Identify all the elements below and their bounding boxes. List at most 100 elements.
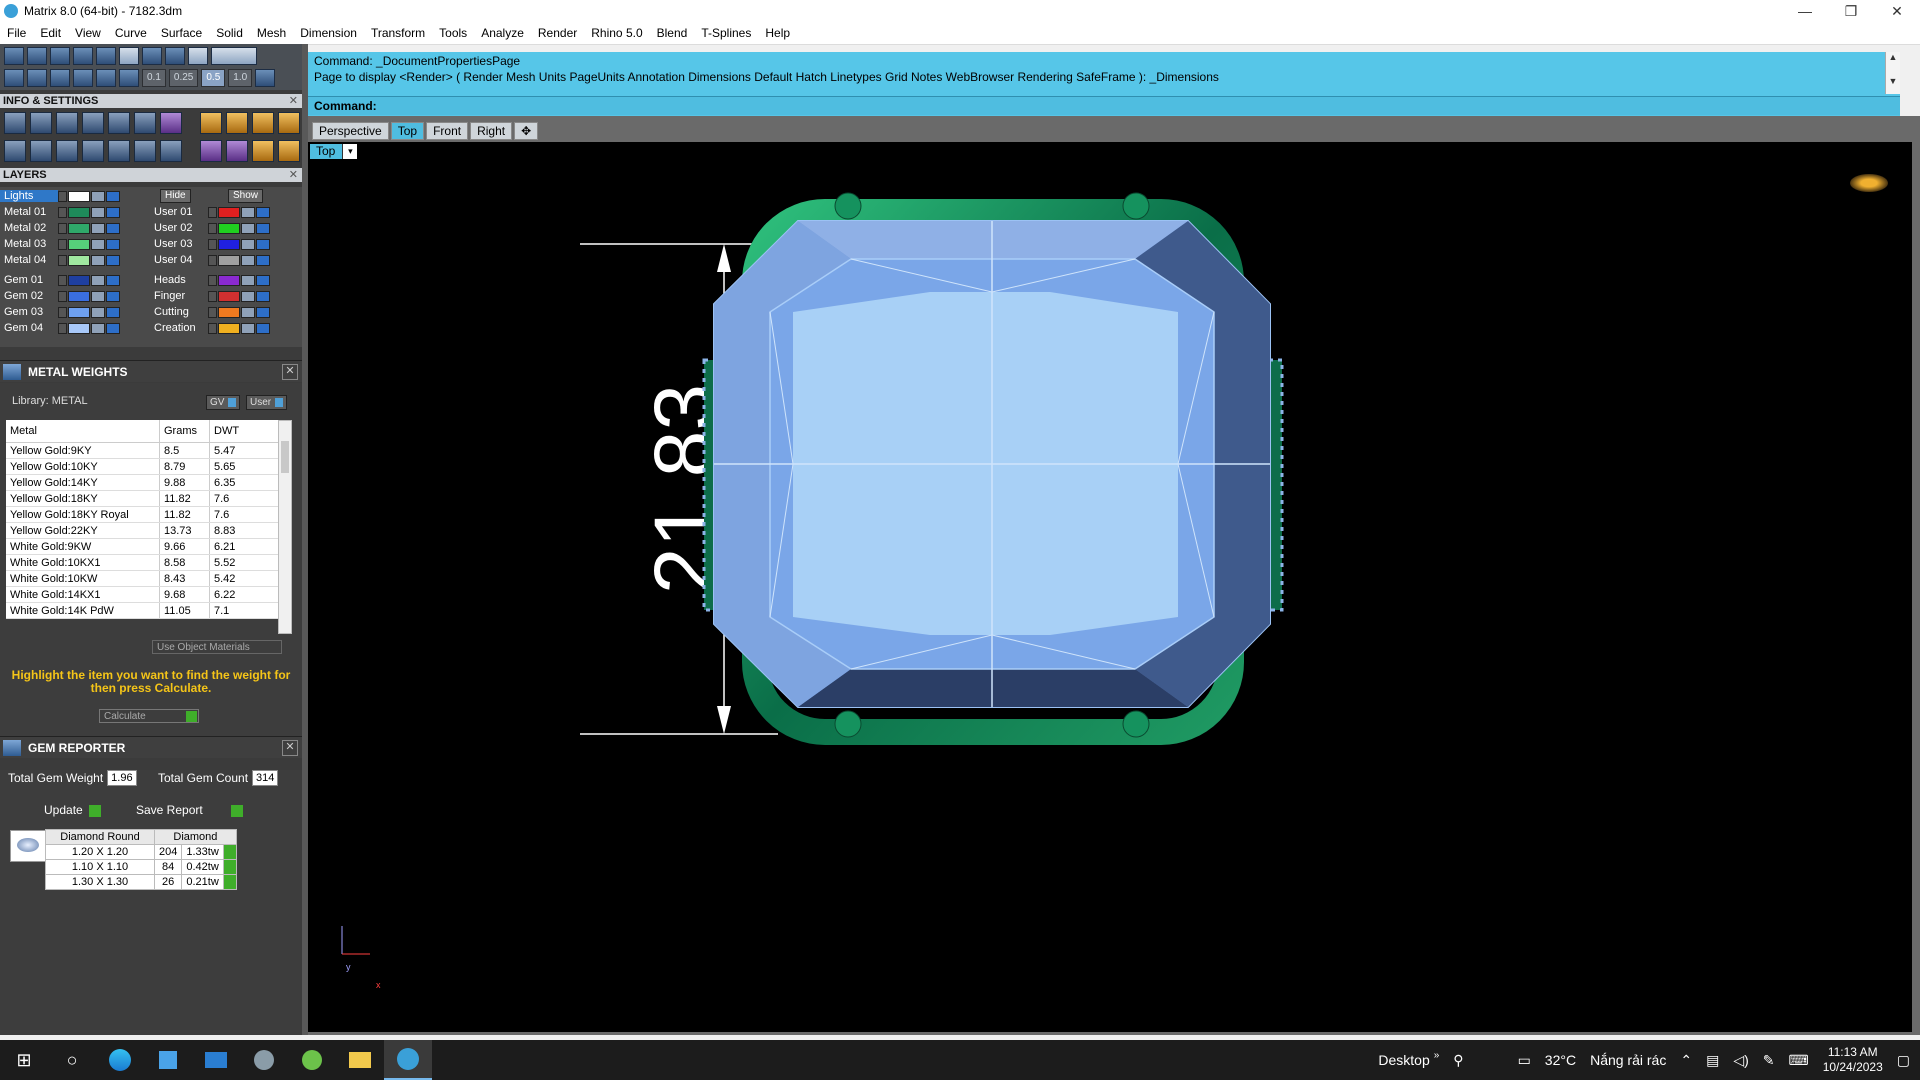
volume-icon[interactable]: ◁) <box>1733 1052 1748 1069</box>
layer-lock-icon[interactable] <box>91 238 105 250</box>
notifications-icon[interactable]: ▢ <box>1897 1052 1910 1069</box>
tool-icon[interactable] <box>4 69 24 87</box>
layer-name[interactable]: Gem 02 <box>0 290 58 302</box>
layer-color-swatch[interactable] <box>218 290 240 302</box>
layer-expand-icon[interactable] <box>58 290 67 302</box>
tool-icon[interactable] <box>278 112 300 134</box>
chevron-up-icon[interactable]: ⌃ <box>1680 1052 1692 1069</box>
layer-visibility-icon[interactable] <box>106 290 120 302</box>
tool-icon[interactable] <box>50 47 70 65</box>
layer-name[interactable]: Lights <box>0 190 58 202</box>
snap-0.1-button[interactable]: 0.1 <box>142 69 166 87</box>
layer-expand-icon[interactable] <box>208 254 217 266</box>
layer-visibility-icon[interactable] <box>106 206 120 218</box>
layer-row[interactable]: User 04 <box>150 253 271 267</box>
layer-name[interactable]: Gem 03 <box>0 306 58 318</box>
layer-visibility-icon[interactable] <box>106 190 120 202</box>
layer-lock-icon[interactable] <box>91 190 105 202</box>
layer-expand-icon[interactable] <box>58 238 67 250</box>
layer-expand-icon[interactable] <box>208 306 217 318</box>
search-icon[interactable]: ○ <box>48 1040 96 1080</box>
use-object-materials-button[interactable]: Use Object Materials <box>152 640 282 654</box>
settings-icon[interactable] <box>4 112 26 134</box>
layer-color-swatch[interactable] <box>68 306 90 318</box>
layer-color-swatch[interactable] <box>218 222 240 234</box>
layer-row[interactable]: Gem 02 <box>0 289 121 303</box>
layers-close-button[interactable]: ✕ <box>289 168 298 182</box>
menu-view[interactable]: View <box>68 26 108 40</box>
tool-icon[interactable] <box>252 140 274 162</box>
layer-color-swatch[interactable] <box>218 254 240 266</box>
layer-lock-icon[interactable] <box>241 206 255 218</box>
menu-curve[interactable]: Curve <box>108 26 154 40</box>
layer-lock-icon[interactable] <box>241 274 255 286</box>
tool-icon[interactable] <box>96 69 116 87</box>
table-row[interactable]: White Gold:10KW 8.43 5.42 <box>6 570 284 587</box>
layer-visibility-icon[interactable] <box>256 274 270 286</box>
layer-lock-icon[interactable] <box>91 254 105 266</box>
layer-visibility-icon[interactable] <box>106 222 120 234</box>
layer-visibility-icon[interactable] <box>256 290 270 302</box>
layer-row[interactable]: Creation <box>150 321 271 335</box>
app-icon[interactable] <box>240 1040 288 1080</box>
layer-name[interactable]: Metal 03 <box>0 238 58 250</box>
object-icon[interactable] <box>108 112 130 134</box>
chevron-right-icon[interactable]: » <box>1434 1050 1440 1061</box>
table-row[interactable]: White Gold:10KX1 8.58 5.52 <box>6 554 284 571</box>
menu-dimension[interactable]: Dimension <box>293 26 364 40</box>
table-row[interactable]: White Gold:14KX1 9.68 6.22 <box>6 586 284 603</box>
tab-right[interactable]: Right <box>470 122 513 140</box>
layer-lock-icon[interactable] <box>241 306 255 318</box>
tool-icon[interactable] <box>211 47 257 65</box>
tool-icon[interactable] <box>50 69 70 87</box>
tool-icon[interactable] <box>188 47 208 65</box>
layer-color-swatch[interactable] <box>218 322 240 334</box>
layer-lock-icon[interactable] <box>241 290 255 302</box>
layer-name[interactable]: Heads <box>150 274 208 286</box>
filter-icon[interactable] <box>108 140 130 162</box>
tab-front[interactable]: Front <box>426 122 469 140</box>
tool-icon[interactable] <box>73 69 93 87</box>
layer-name[interactable]: Finger <box>150 290 208 302</box>
layer-visibility-icon[interactable] <box>106 322 120 334</box>
layer-color-swatch[interactable] <box>68 290 90 302</box>
layer-expand-icon[interactable] <box>208 274 217 286</box>
layer-visibility-icon[interactable] <box>256 306 270 318</box>
layer-color-swatch[interactable] <box>68 238 90 250</box>
column-grams[interactable]: Grams <box>159 420 210 443</box>
layer-row[interactable]: Metal 03 <box>0 237 121 251</box>
weather-text[interactable]: Nắng rải rác <box>1590 1052 1666 1068</box>
layer-visibility-icon[interactable] <box>256 322 270 334</box>
layer-name[interactable]: User 02 <box>150 222 208 234</box>
menu-blend[interactable]: Blend <box>650 26 695 40</box>
tool-icon[interactable] <box>226 140 248 162</box>
scroll-down-icon[interactable]: ▼ <box>1886 76 1900 86</box>
gv-button[interactable]: GV <box>206 395 241 410</box>
mail-icon[interactable] <box>192 1040 240 1080</box>
tool-icon[interactable] <box>119 69 139 87</box>
matrix-app-icon[interactable] <box>384 1040 432 1080</box>
layer-expand-icon[interactable] <box>208 238 217 250</box>
object-icon[interactable] <box>82 112 104 134</box>
command-input[interactable] <box>386 98 1870 115</box>
layer-name[interactable]: Gem 01 <box>0 274 58 286</box>
layer-visibility-icon[interactable] <box>106 306 120 318</box>
network-icon[interactable]: ▤ <box>1706 1052 1719 1069</box>
layer-row[interactable]: Gem 04 <box>0 321 121 335</box>
menu-surface[interactable]: Surface <box>154 26 209 40</box>
tab-perspective[interactable]: Perspective <box>312 122 389 140</box>
metal-table-scrollbar[interactable] <box>278 420 292 634</box>
menu-file[interactable]: File <box>0 26 33 40</box>
layer-row[interactable]: User 02 <box>150 221 271 235</box>
layer-row[interactable]: Heads <box>150 273 271 287</box>
tool-icon[interactable] <box>96 47 116 65</box>
layer-name[interactable]: Gem 04 <box>0 322 58 334</box>
table-row[interactable]: Yellow Gold:18KY 11.82 7.6 <box>6 490 284 507</box>
tool-icon[interactable] <box>278 140 300 162</box>
layer-row[interactable]: Metal 01 <box>0 205 121 219</box>
layer-visibility-icon[interactable] <box>256 254 270 266</box>
object-icon[interactable] <box>56 112 78 134</box>
layer-expand-icon[interactable] <box>208 322 217 334</box>
desktop-toolbar[interactable]: Desktop <box>1378 1052 1429 1068</box>
layer-lock-icon[interactable] <box>241 254 255 266</box>
